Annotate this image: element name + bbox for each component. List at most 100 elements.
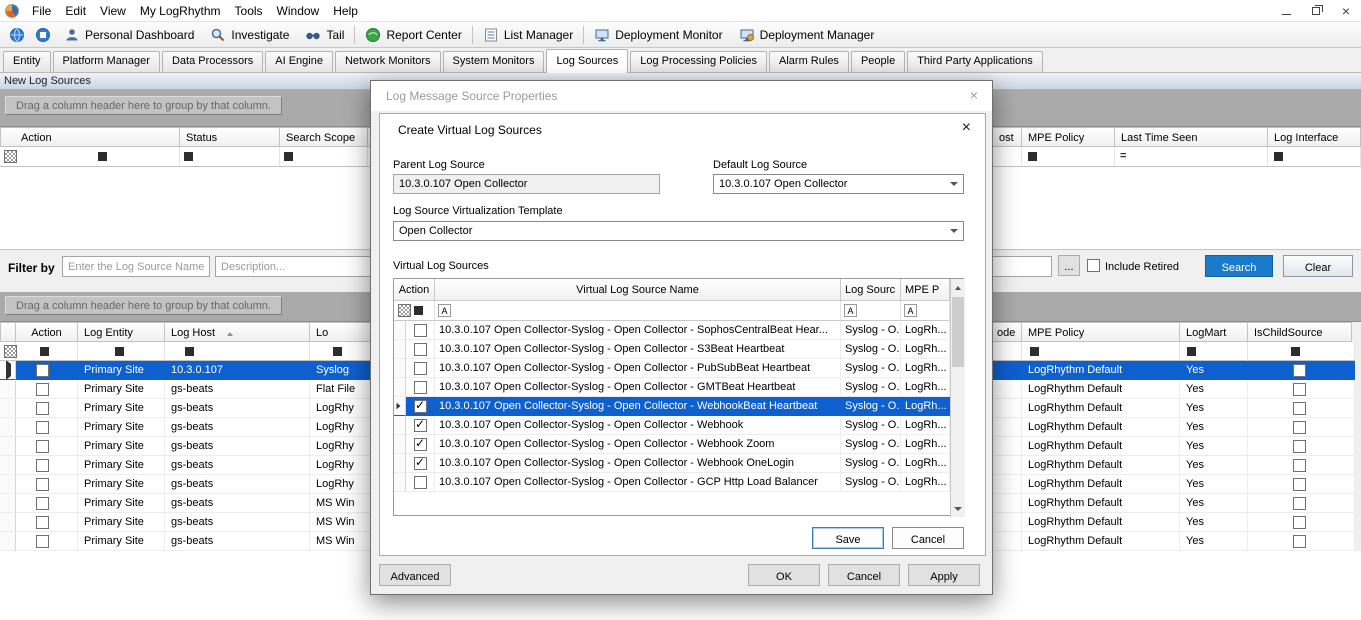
column-header-log-host[interactable]: Log Host — [165, 322, 310, 342]
column-header-log-source[interactable]: Log Sourc — [841, 279, 901, 301]
row-action-checkbox[interactable] — [36, 516, 49, 529]
row-selector[interactable] — [0, 380, 16, 399]
personal-dashboard-button[interactable]: Personal Dashboard — [56, 23, 202, 47]
filter-cell[interactable] — [180, 147, 280, 167]
tab-network-monitors[interactable]: Network Monitors — [335, 51, 441, 72]
row-action-checkbox[interactable] — [36, 478, 49, 491]
tab-data-processors[interactable]: Data Processors — [162, 51, 263, 72]
row-select-checkbox[interactable] — [414, 476, 427, 489]
browse-ellipsis-button[interactable]: ... — [1058, 255, 1080, 276]
table-row[interactable]: 10.3.0.107 Open Collector-Syslog - Open … — [394, 397, 950, 416]
filter-cell[interactable] — [1248, 342, 1355, 361]
tab-entity[interactable]: Entity — [3, 51, 51, 72]
table-row[interactable]: 10.3.0.107 Open Collector-Syslog - Open … — [394, 416, 950, 435]
minimize-button[interactable] — [1271, 0, 1301, 22]
ok-button[interactable]: OK — [748, 564, 820, 586]
menu-tools[interactable]: Tools — [228, 0, 270, 22]
scroll-down-button[interactable] — [951, 500, 965, 517]
ischildsource-checkbox[interactable] — [1293, 364, 1306, 377]
ischildsource-checkbox[interactable] — [1293, 421, 1306, 434]
filter-square-icon[interactable] — [1030, 347, 1039, 356]
row-selector[interactable] — [0, 456, 16, 475]
column-header-last-time-seen[interactable]: Last Time Seen — [1115, 127, 1268, 147]
row-selector[interactable] — [0, 361, 16, 380]
row-selector[interactable] — [394, 397, 406, 416]
column-header-logmart[interactable]: LogMart — [1180, 322, 1248, 342]
column-header-log-type-partial[interactable]: Lo — [310, 322, 368, 342]
table-row[interactable]: 10.3.0.107 Open Collector-Syslog - Open … — [394, 435, 950, 454]
column-header-virtual-log-source-name[interactable]: Virtual Log Source Name — [435, 279, 841, 301]
row-selector[interactable] — [394, 473, 406, 492]
row-select-checkbox[interactable] — [414, 419, 427, 432]
filter-cell[interactable] — [280, 147, 368, 167]
row-action-checkbox[interactable] — [36, 535, 49, 548]
row-action-checkbox[interactable] — [36, 383, 49, 396]
filter-square-icon[interactable] — [333, 347, 342, 356]
table-row[interactable]: 10.3.0.107 Open Collector-Syslog - Open … — [394, 473, 950, 492]
row-selector[interactable] — [394, 416, 406, 435]
column-header-log-interface[interactable]: Log Interface — [1268, 127, 1361, 147]
outer-cancel-button[interactable]: Cancel — [828, 564, 900, 586]
column-header-mpe-policy[interactable]: MPE Policy — [1022, 127, 1115, 147]
parent-log-source-field[interactable]: 10.3.0.107 Open Collector — [393, 174, 660, 194]
globe-button[interactable] — [4, 23, 30, 47]
row-selector[interactable] — [394, 321, 406, 340]
filter-cell[interactable] — [435, 301, 841, 321]
advanced-button[interactable]: Advanced — [379, 564, 451, 586]
row-action-checkbox[interactable] — [36, 497, 49, 510]
column-header-mode-partial[interactable]: ode — [995, 322, 1022, 342]
table-row[interactable]: 10.3.0.107 Open Collector-Syslog - Open … — [394, 340, 950, 359]
deployment-monitor-button[interactable]: Deployment Monitor — [586, 23, 730, 47]
close-button[interactable]: × — [1331, 0, 1361, 22]
row-selector[interactable] — [394, 359, 406, 378]
row-select-checkbox[interactable] — [414, 438, 427, 451]
tab-system-monitors[interactable]: System Monitors — [443, 51, 545, 72]
tab-ai-engine[interactable]: AI Engine — [265, 51, 333, 72]
row-selector[interactable] — [394, 378, 406, 397]
filter-square-icon[interactable] — [1274, 152, 1283, 161]
select-all-checkbox[interactable] — [398, 304, 411, 317]
ischildsource-checkbox[interactable] — [1293, 402, 1306, 415]
ischildsource-checkbox[interactable] — [1293, 440, 1306, 453]
column-header-mpe-policy[interactable]: MPE P — [901, 279, 950, 301]
filter-square-icon[interactable] — [185, 347, 194, 356]
select-all-checkbox[interactable] — [4, 150, 17, 163]
default-log-source-dropdown[interactable]: 10.3.0.107 Open Collector — [713, 174, 964, 194]
row-select-checkbox[interactable] — [414, 381, 427, 394]
tail-button[interactable]: Tail — [297, 23, 352, 47]
clear-button[interactable]: Clear — [1283, 255, 1353, 277]
row-selector[interactable] — [0, 475, 16, 494]
tab-alarm-rules[interactable]: Alarm Rules — [769, 51, 849, 72]
filter-cell[interactable] — [995, 342, 1022, 361]
scroll-up-button[interactable] — [951, 279, 965, 296]
table-row[interactable]: 10.3.0.107 Open Collector-Syslog - Open … — [394, 359, 950, 378]
ischildsource-checkbox[interactable] — [1293, 516, 1306, 529]
row-selector[interactable] — [0, 399, 16, 418]
ischildsource-checkbox[interactable] — [1293, 383, 1306, 396]
row-select-checkbox[interactable] — [414, 343, 427, 356]
apply-button[interactable]: Apply — [908, 564, 980, 586]
filter-square-icon[interactable] — [115, 347, 124, 356]
column-header-action[interactable]: Action — [394, 279, 435, 301]
menu-help[interactable]: Help — [326, 0, 365, 22]
save-button[interactable]: Save — [812, 527, 884, 549]
tab-log-sources[interactable]: Log Sources — [546, 49, 628, 73]
column-header-search-scope[interactable]: Search Scope — [280, 127, 368, 147]
include-retired-checkbox[interactable] — [1087, 259, 1100, 272]
row-selector[interactable] — [0, 532, 16, 551]
filter-square-icon[interactable] — [414, 306, 423, 315]
row-selector[interactable] — [0, 494, 16, 513]
equals-operator-icon[interactable]: = — [1120, 150, 1126, 162]
text-filter-icon[interactable]: A — [438, 304, 451, 317]
filter-square-icon[interactable] — [284, 152, 293, 161]
menu-my-logrhythm[interactable]: My LogRhythm — [133, 0, 228, 22]
filter-cell[interactable] — [995, 147, 1022, 167]
dialog-close-icon[interactable]: × — [970, 87, 978, 103]
column-header-status[interactable]: Status — [180, 127, 280, 147]
vertical-scrollbar[interactable] — [950, 279, 965, 517]
filter-cell[interactable] — [1115, 147, 1268, 167]
row-selector[interactable] — [394, 340, 406, 359]
tab-log-processing-policies[interactable]: Log Processing Policies — [630, 51, 767, 72]
row-select-checkbox[interactable] — [414, 400, 427, 413]
row-action-checkbox[interactable] — [36, 364, 49, 377]
